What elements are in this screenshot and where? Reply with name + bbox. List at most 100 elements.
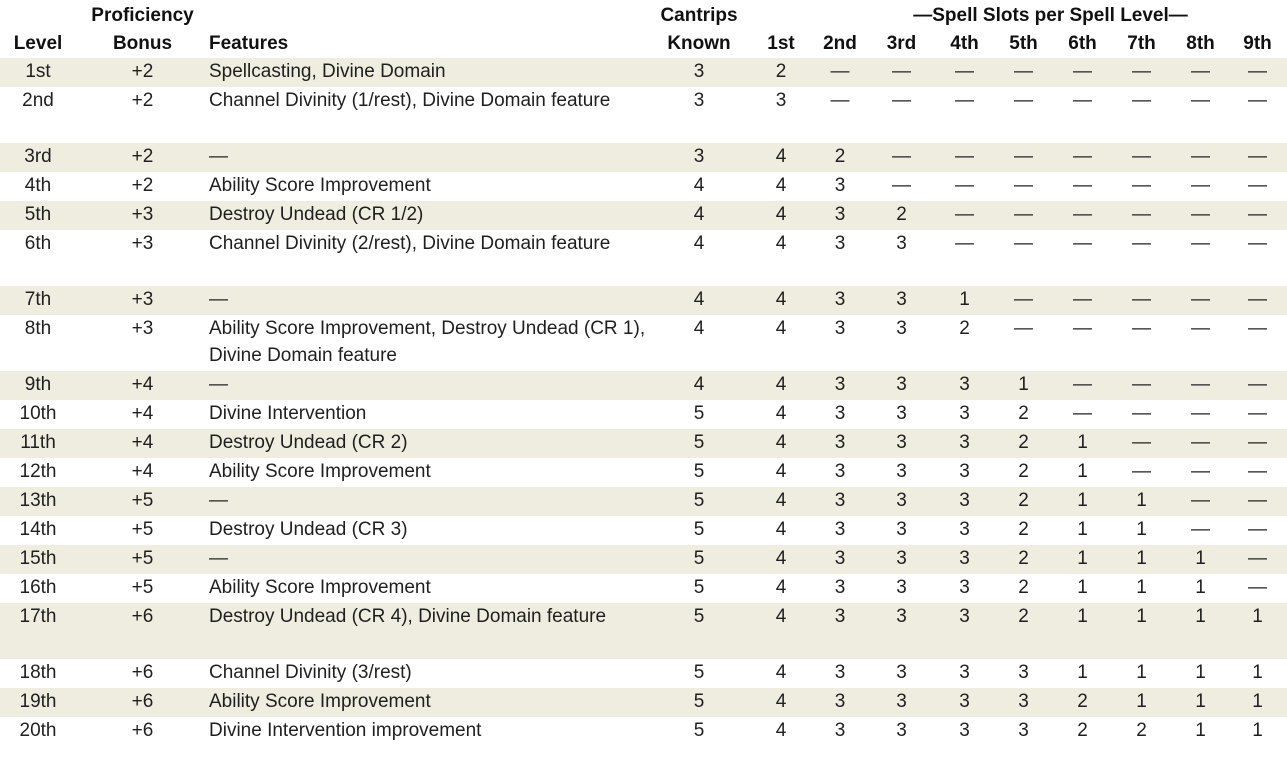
cell-proficiency-bonus: +5 [131, 519, 154, 540]
table-row: 5th +3 Destroy Undead (CR 1/2) 4 4 3 2— — — — — — [0, 201, 1287, 230]
cell-spell-slot-6th: — [1055, 143, 1110, 172]
cell-cantrips-known: 5 [650, 545, 748, 574]
cell-spell-slot-9th: — [1248, 577, 1268, 598]
cell-spell-slot-3rd: 3 [866, 371, 937, 400]
cell-spell-slot-2nd: 2 [814, 143, 866, 172]
header-slot-6th: 6th [1068, 33, 1097, 54]
cell-cantrips-known: 4 [650, 286, 748, 315]
cell-spell-slot-4th: — [937, 201, 992, 230]
cell-spell-slot-6th: 1 [1055, 545, 1110, 574]
cell-spell-slot-7th: — [1132, 403, 1151, 424]
header-slot-2nd: 2nd [823, 33, 857, 54]
cell-cantrips-known: 4 [693, 318, 705, 339]
cell-cantrips-known: 5 [693, 662, 705, 683]
cell-spell-slot-2nd: 3 [834, 175, 846, 196]
cell-spell-slot-4th: 3 [959, 662, 970, 683]
cell-features: Ability Score Improvement [209, 577, 431, 598]
cell-spell-slot-4th: 3 [937, 429, 992, 458]
cell-level: 7th [0, 286, 76, 315]
table-header: Proficiency Cantrips —Spell Slots per Sp… [0, 2, 1287, 58]
cell-proficiency-bonus: +3 [131, 233, 154, 254]
cell-spell-slot-7th: — [1110, 201, 1173, 230]
cell-spell-slot-3rd: 3 [896, 577, 907, 598]
cell-spell-slot-8th: 1 [1173, 603, 1228, 659]
cell-spell-slot-9th: — [1228, 429, 1287, 458]
table-row: 11th +4 Destroy Undead (CR 2) 5 4 3 3 3 2 1— — — [0, 429, 1287, 458]
cell-features: Ability Score Improvement [209, 461, 431, 482]
cell-spell-slot-2nd: 3 [814, 688, 866, 717]
cell-spell-slot-5th: 3 [1018, 720, 1029, 741]
cell-spell-slot-1st: 4 [748, 143, 814, 172]
cell-spell-slot-3rd: 3 [866, 545, 937, 574]
cell-spell-slot-9th: — [1248, 90, 1268, 111]
cell-spell-slot-1st: 4 [775, 519, 787, 540]
cell-spell-slot-8th: 1 [1173, 545, 1228, 574]
cell-spell-slot-6th: 2 [1077, 720, 1088, 741]
cell-spell-slot-5th: 1 [992, 371, 1055, 400]
table-row: 13th +5—5 4 3 3 3 2 1 1— — [0, 487, 1287, 516]
cell-spell-slot-8th: — [1191, 90, 1210, 111]
cell-spell-slot-8th: — [1191, 403, 1210, 424]
cell-spell-slot-2nd: 3 [834, 233, 846, 254]
cell-features: Destroy Undead (CR 4), Divine Domain fea… [209, 603, 650, 659]
cell-proficiency-bonus: +6 [131, 662, 154, 683]
cell-spell-slot-9th: — [1228, 201, 1287, 230]
cell-spell-slot-9th: — [1228, 371, 1287, 400]
cell-spell-slot-8th: 1 [1195, 577, 1206, 598]
cell-cantrips-known: 4 [650, 201, 748, 230]
cell-spell-slot-9th: — [1228, 143, 1287, 172]
cell-spell-slot-3rd: 3 [896, 233, 907, 254]
cell-level: 12th [19, 461, 57, 482]
header-slot-7th: 7th [1127, 33, 1156, 54]
header-empty-features [209, 2, 650, 29]
cell-spell-slot-6th: 1 [1077, 461, 1088, 482]
cell-spell-slot-7th: — [1110, 286, 1173, 315]
header-features: Features [209, 33, 289, 54]
cell-proficiency-bonus: +4 [131, 403, 154, 424]
cell-spell-slot-7th: — [1132, 233, 1151, 254]
cell-proficiency-bonus: +5 [131, 577, 154, 598]
cell-spell-slot-2nd: 3 [834, 403, 846, 424]
table-row: 1st +2 Spellcasting, Divine Domain 3 2— — — — — —… [0, 58, 1287, 87]
cell-cantrips-known: 5 [693, 577, 705, 598]
cell-spell-slot-8th: — [1173, 429, 1228, 458]
cell-features: Divine Intervention [209, 403, 367, 424]
cell-spell-slot-7th: — [1110, 371, 1173, 400]
cell-spell-slot-3rd: 3 [866, 688, 937, 717]
cell-spell-slot-3rd: 3 [866, 286, 937, 315]
cell-spell-slot-6th: — [1055, 286, 1110, 315]
cell-spell-slot-4th: 3 [959, 403, 970, 424]
cell-spell-slot-7th: 1 [1136, 519, 1147, 540]
cell-features: Ability Score Improvement [209, 688, 650, 717]
cell-spell-slot-9th: 1 [1252, 720, 1263, 741]
cell-spell-slot-7th: — [1110, 429, 1173, 458]
cell-spell-slot-4th: — [955, 175, 974, 196]
cell-features: Destroy Undead (CR 1/2) [209, 201, 650, 230]
table-row: 7th +3—4 4 3 3 1— — — — — [0, 286, 1287, 315]
cell-spell-slot-7th: 1 [1136, 662, 1147, 683]
cell-spell-slot-2nd: 3 [834, 720, 846, 741]
cell-spell-slot-8th: — [1191, 519, 1210, 540]
table-row: 3rd +2—3 4 2— — — — — — — [0, 143, 1287, 172]
cell-cantrips-known: 5 [650, 429, 748, 458]
table-row: 14th +5 Destroy Undead (CR 3) 5 4 3 3 3 2 1 1 — — [0, 516, 1287, 545]
cell-cantrips-known: 5 [693, 461, 705, 482]
cell-spell-slot-9th: — [1248, 233, 1268, 254]
cell-spell-slot-9th: — [1248, 318, 1268, 339]
cell-proficiency-bonus: +3 [76, 286, 209, 315]
cell-cantrips-known: 4 [650, 371, 748, 400]
cell-spell-slot-3rd: 3 [896, 519, 907, 540]
cell-spell-slot-3rd: — [866, 143, 937, 172]
cell-spell-slot-1st: 4 [748, 371, 814, 400]
cell-cantrips-known: 3 [650, 58, 748, 87]
cell-spell-slot-5th: — [1014, 318, 1033, 339]
cell-level: 11th [0, 429, 76, 458]
cell-spell-slot-1st: 4 [775, 662, 787, 683]
header-slot-9th: 9th [1243, 33, 1272, 54]
cell-spell-slot-5th: 3 [1018, 662, 1029, 683]
cell-spell-slot-5th: 2 [1018, 403, 1029, 424]
cell-features: — [209, 487, 650, 516]
cell-spell-slot-1st: 2 [748, 58, 814, 87]
cell-spell-slot-4th: 2 [959, 318, 970, 339]
cell-spell-slot-8th: 1 [1173, 688, 1228, 717]
